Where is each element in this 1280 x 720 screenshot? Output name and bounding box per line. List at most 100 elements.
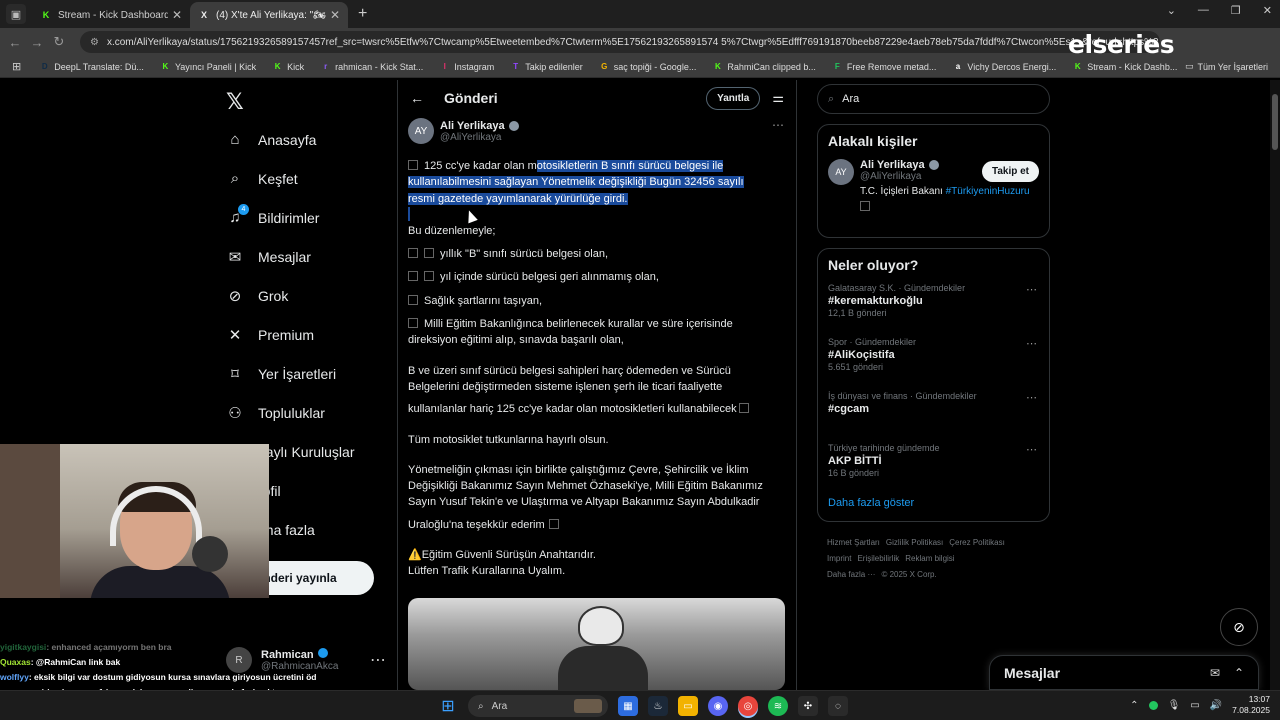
footer-link[interactable]: Hizmet Şartları xyxy=(827,538,880,547)
nav-item-bell[interactable]: ♫ 4 Bildirimler xyxy=(226,198,355,237)
search-input[interactable]: ⌕ Ara xyxy=(817,84,1050,114)
bookmark-item[interactable]: I Instagram xyxy=(439,61,495,72)
footer-link[interactable]: Çerez Politikası xyxy=(949,538,1005,547)
author-handle[interactable]: @AliYerlikaya xyxy=(440,132,519,143)
close-tab-icon[interactable]: ✕ xyxy=(330,8,340,22)
site-info-icon[interactable]: ⚙ xyxy=(90,37,99,48)
author-name[interactable]: Ali Yerlikaya xyxy=(440,120,519,132)
person-card[interactable]: AY Ali Yerlikaya @AliYerlikaya T.C. İçiş… xyxy=(828,159,1039,215)
x-logo-icon[interactable]: 𝕏 xyxy=(226,89,244,115)
scrollbar-thumb[interactable] xyxy=(1272,94,1278,150)
messages-drawer[interactable]: Mesajlar ✉ ⌃ xyxy=(989,655,1259,690)
chevron-up-icon[interactable]: ⌃ xyxy=(1130,700,1138,711)
spotify-app-icon[interactable]: ≋ xyxy=(768,696,788,716)
more-icon[interactable]: ⋯ xyxy=(1026,443,1037,456)
nav-item-communities[interactable]: ⚇ Topluluklar xyxy=(226,393,355,432)
network-icon[interactable]: ▭ xyxy=(1190,700,1199,711)
bookmark-item[interactable]: K RahmiCan clipped b... xyxy=(712,61,816,72)
footer-link[interactable]: © 2025 X Corp. xyxy=(881,570,936,579)
app-icon[interactable]: ✣ xyxy=(798,696,818,716)
bookmark-icon: ⌑ xyxy=(231,365,239,383)
footer-link[interactable]: Reklam bilgisi xyxy=(905,554,954,563)
more-icon[interactable]: ⋯ xyxy=(772,118,784,132)
nav-item-bookmark[interactable]: ⌑ Yer İşaretleri xyxy=(226,354,355,393)
volume-icon[interactable]: 🔊 xyxy=(1210,700,1222,711)
post-text: 125 cc'ye kadar olan motosikletlerin B s… xyxy=(398,158,796,580)
footer-link[interactable]: Erişilebilirlik xyxy=(857,554,899,563)
trend-item[interactable]: İş dünyası ve finans · Gündemdekiler #cgc… xyxy=(828,391,1039,433)
reply-button[interactable]: Yanıtla xyxy=(706,86,761,110)
tab-kick-dashboard[interactable]: K Stream - Kick Dashboard ✕ xyxy=(32,2,190,28)
forward-icon[interactable]: → xyxy=(26,35,48,50)
bookmark-item[interactable]: K Stream - Kick Dashb... xyxy=(1072,61,1177,72)
check-emoji-icon xyxy=(408,318,418,329)
bookmark-item[interactable]: D DeepL Translate: Dü... xyxy=(39,61,144,72)
chevron-up-icon[interactable]: ⌃ xyxy=(1234,666,1244,680)
bookmark-item[interactable]: F Free Remove metad... xyxy=(832,61,937,72)
avatar[interactable]: AY xyxy=(828,159,854,185)
footer-link[interactable]: Gizlilik Politikası xyxy=(886,538,943,547)
nav-item-x-premium[interactable]: ✕ Premium xyxy=(226,315,355,354)
footer-link[interactable]: Imprint xyxy=(827,554,851,563)
url-bar[interactable]: ⚙ x.com/AliYerlikaya/status/175621932658… xyxy=(80,31,1160,53)
bookmark-item[interactable]: Gsaç topiği - Google... xyxy=(599,61,696,72)
back-arrow-icon[interactable]: ← xyxy=(410,90,424,106)
bookmark-item[interactable]: r rahmican - Kick Stat... xyxy=(320,61,423,72)
mic-icon[interactable]: 🎙 xyxy=(1168,700,1181,711)
taskbar-search[interactable]: ⌕ Ara xyxy=(468,695,608,717)
footer-link[interactable]: Daha fazla ··· xyxy=(827,570,875,579)
back-icon[interactable]: ← xyxy=(4,35,26,50)
page-scrollbar[interactable] xyxy=(1270,80,1280,690)
trend-item[interactable]: Türkiye tarihinde gündemde AKP BİTTİ 16 B … xyxy=(828,443,1039,487)
bookmark-item[interactable]: T Takip edilenler xyxy=(510,61,583,72)
new-tab-icon[interactable]: + xyxy=(358,5,367,23)
photos-app-icon[interactable]: ▦ xyxy=(618,696,638,716)
nav-item-search[interactable]: ⌕ Keşfet xyxy=(226,159,355,198)
nav-item-label: Yer İşaretleri xyxy=(258,365,337,382)
apps-grid-icon[interactable]: ⊞ xyxy=(12,60,21,73)
more-icon[interactable]: ⋯ xyxy=(1026,283,1037,296)
avatar[interactable]: AY xyxy=(408,118,434,144)
hashtag-link[interactable]: #TürkiyeninHuzuru xyxy=(946,186,1030,197)
nav-item-home[interactable]: ⌂ Anasayfa xyxy=(226,120,355,159)
chat-username: yigitkaygisi xyxy=(0,642,47,652)
close-window-icon[interactable]: ✕ xyxy=(1263,4,1272,17)
more-icon[interactable]: ⋯ xyxy=(1026,391,1037,404)
paragraph: Yönetmeliğin çıkması için birlikte çalış… xyxy=(408,463,749,476)
reload-icon[interactable]: ↻ xyxy=(48,34,70,50)
steam-app-icon[interactable]: ♨ xyxy=(648,696,668,716)
nav-item-mail[interactable]: ✉ Mesajlar xyxy=(226,237,355,276)
bookmark-item[interactable]: K Yayıncı Paneli | Kick xyxy=(160,61,257,72)
tab-x-post[interactable]: X (4) X'te Ali Yerlikaya: "🏍 125 cc ✕ xyxy=(190,2,348,28)
post-media-image[interactable] xyxy=(408,598,785,690)
follow-button[interactable]: Takip et xyxy=(981,161,1039,182)
new-message-icon[interactable]: ✉ xyxy=(1210,666,1220,680)
paragraph: Tüm motosiklet tutkunlarına hayırlı olsu… xyxy=(408,433,609,446)
trend-item[interactable]: Spor · Gündemdekiler #AliKoçistifa 5.651 g… xyxy=(828,337,1039,381)
more-icon[interactable]: ⋯ xyxy=(370,650,386,670)
more-icon[interactable]: ⋯ xyxy=(1026,337,1037,350)
tab-strip-menu-icon[interactable]: ▣ xyxy=(6,4,26,24)
trend-item[interactable]: Galatasaray S.K. · Gündemdekiler #keremak… xyxy=(828,283,1039,327)
obs-app-icon[interactable]: ◌ xyxy=(828,696,848,716)
nav-item-grok[interactable]: ⊘ Grok xyxy=(226,276,355,315)
file-explorer-icon[interactable]: ▭ xyxy=(678,696,698,716)
bookmark-item[interactable]: a Vichy Dercos Energi... xyxy=(952,61,1057,72)
status-dot-icon[interactable] xyxy=(1148,700,1158,710)
minimize-icon[interactable]: — xyxy=(1198,4,1209,17)
chevron-down-icon[interactable]: ⌄ xyxy=(1167,4,1176,17)
windows-start-icon[interactable]: ⊞ xyxy=(438,696,458,716)
close-tab-icon[interactable]: ✕ xyxy=(172,8,182,22)
grok-fab-icon[interactable]: ⊘ xyxy=(1220,608,1258,646)
discord-app-icon[interactable]: ◉ xyxy=(708,696,728,716)
settings-sliders-icon[interactable]: ⚌ xyxy=(772,90,784,106)
nav-item-label: Mesajlar xyxy=(258,248,311,265)
restore-icon[interactable]: ❐ xyxy=(1231,4,1241,17)
paragraph: resmi gazetede yayımlanarak yürürlüğe gi… xyxy=(408,191,786,207)
all-bookmarks[interactable]: ▭ Tüm Yer İşaretleri xyxy=(1185,61,1268,72)
bookmark-item[interactable]: K Kick xyxy=(272,61,304,72)
chrome-app-icon[interactable]: ◎ xyxy=(738,696,758,716)
clock[interactable]: 13:07 7.08.2025 xyxy=(1232,694,1270,716)
show-more-link[interactable]: Daha fazla göster xyxy=(828,497,1039,509)
paragraph: Belgelerini değiştirmeden sisteme işlene… xyxy=(408,380,723,393)
